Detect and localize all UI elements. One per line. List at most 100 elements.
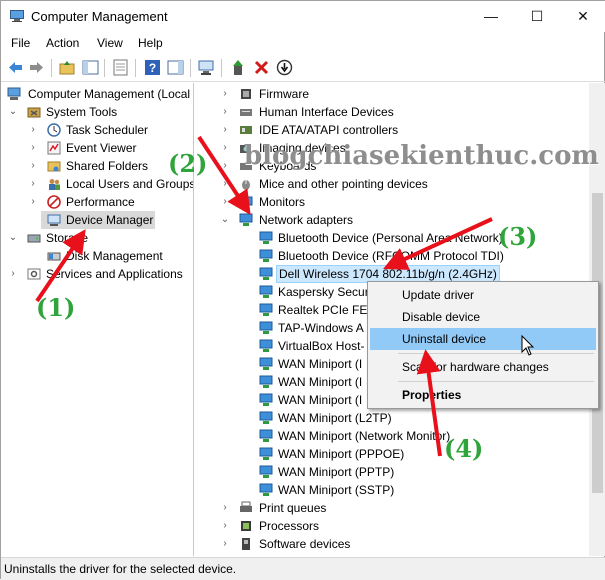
uninstall-device-icon[interactable]: [253, 59, 270, 76]
chevron-right-icon[interactable]: ›: [220, 103, 230, 121]
network-adapter-item[interactable]: WAN Miniport (PPTP): [197, 463, 589, 481]
tree-item-local-users[interactable]: › Local Users and Groups: [1, 175, 193, 193]
network-adapter-icon: [259, 267, 273, 280]
processor-icon: [241, 521, 251, 531]
network-adapter-label: Bluetooth Device (RFCOMM Protocol TDI): [278, 249, 504, 263]
properties-sheet-icon[interactable]: [112, 59, 129, 76]
menu-help[interactable]: Help: [138, 36, 163, 50]
chevron-down-icon[interactable]: ⌄: [8, 103, 18, 121]
toolbar-separator: [190, 59, 191, 77]
chevron-right-icon[interactable]: ›: [8, 265, 18, 283]
chevron-right-icon[interactable]: ›: [220, 517, 230, 535]
tree-root-computer-management[interactable]: Computer Management (Local: [1, 85, 193, 103]
toolbar-separator: [135, 59, 136, 77]
tree-item-task-scheduler[interactable]: › Task Scheduler: [1, 121, 193, 139]
network-adapter-item[interactable]: WAN Miniport (PPPOE): [197, 445, 589, 463]
chevron-right-icon[interactable]: ›: [220, 121, 230, 139]
performance-icon: [47, 195, 61, 209]
network-adapter-icon: [259, 429, 273, 442]
chevron-down-icon[interactable]: ⌄: [8, 229, 18, 247]
network-adapter-label: WAN Miniport (SSTP): [278, 483, 395, 497]
status-bar: Uninstalls the driver for the selected d…: [1, 557, 605, 580]
disable-device-icon[interactable]: [276, 59, 293, 76]
menu-action[interactable]: Action: [46, 36, 79, 50]
tree-item-device-manager[interactable]: Device Manager: [41, 211, 155, 229]
help-icon[interactable]: ?: [144, 59, 161, 76]
device-category-mice[interactable]: › Mice and other pointing devices: [197, 175, 589, 193]
chevron-right-icon[interactable]: ›: [220, 85, 230, 103]
back-arrow-icon[interactable]: [7, 59, 24, 76]
device-label: Firmware: [259, 87, 309, 101]
computer-management-icon: [10, 10, 24, 22]
chevron-right-icon[interactable]: ›: [220, 193, 230, 211]
chevron-right-icon[interactable]: ›: [220, 535, 230, 553]
tree-item-storage[interactable]: ⌄ Storage: [1, 229, 193, 247]
maximize-button[interactable]: ☐: [514, 1, 560, 31]
chevron-down-icon[interactable]: ⌄: [220, 211, 230, 229]
uninstall-device-menu-item[interactable]: Uninstall device: [370, 328, 596, 350]
menu-file[interactable]: File: [11, 36, 30, 50]
menu-bar: File Action View Help: [1, 32, 605, 54]
device-label: Mice and other pointing devices: [259, 177, 428, 191]
system-tools-icon: [27, 107, 41, 118]
tree-label: Device Manager: [66, 213, 154, 227]
chevron-right-icon[interactable]: ›: [220, 175, 230, 193]
task-scheduler-icon: [47, 123, 61, 137]
chevron-right-icon[interactable]: ›: [28, 121, 38, 139]
scan-hardware-menu-item[interactable]: Scan for hardware changes: [370, 356, 596, 378]
device-category-ide[interactable]: › IDE ATA/ATAPI controllers: [197, 121, 589, 139]
close-button[interactable]: ✕: [560, 1, 605, 31]
tree-item-performance[interactable]: › Performance: [1, 193, 193, 211]
update-driver-icon[interactable]: [230, 59, 247, 76]
device-category-hid[interactable]: › Human Interface Devices: [197, 103, 589, 121]
chevron-right-icon[interactable]: ›: [28, 157, 38, 175]
network-adapter-label: Kaspersky Securi: [278, 285, 372, 299]
ide-controller-icon: [240, 126, 252, 134]
network-adapter-icon: [259, 249, 273, 262]
update-driver-menu-item[interactable]: Update driver: [370, 284, 596, 306]
network-adapter-item[interactable]: WAN Miniport (L2TP): [197, 409, 589, 427]
tree-item-event-viewer[interactable]: › Event Viewer: [1, 139, 193, 157]
device-label: Network adapters: [259, 213, 354, 227]
tree-item-system-tools[interactable]: ⌄ System Tools: [1, 103, 193, 121]
scan-hardware-icon[interactable]: [198, 59, 215, 76]
device-label: IDE ATA/ATAPI controllers: [259, 123, 399, 137]
device-category-monitors[interactable]: › Monitors: [197, 193, 589, 211]
forward-arrow-icon[interactable]: [28, 59, 45, 76]
network-adapter-label: WAN Miniport (I: [278, 357, 363, 371]
toolbar-separator: [104, 59, 105, 77]
network-adapter-item[interactable]: WAN Miniport (SSTP): [197, 481, 589, 499]
chevron-right-icon[interactable]: ›: [28, 193, 38, 211]
up-folder-icon[interactable]: [59, 59, 76, 76]
device-category-software-devices[interactable]: › Software devices: [197, 535, 589, 553]
step-4-label: (4): [444, 434, 484, 463]
menu-view[interactable]: View: [97, 36, 123, 50]
tree-item-disk-management[interactable]: Disk Management: [1, 247, 193, 265]
disk-management-icon: [47, 252, 61, 261]
mouse-cursor-icon: [521, 335, 535, 356]
device-category-processors[interactable]: › Processors: [197, 517, 589, 535]
device-category-firmware[interactable]: › Firmware: [197, 85, 589, 103]
chevron-right-icon[interactable]: ›: [28, 175, 38, 193]
properties-menu-item[interactable]: Properties: [370, 384, 596, 406]
hid-icon: [240, 109, 252, 116]
network-adapter-item[interactable]: WAN Miniport (Network Monitor): [197, 427, 589, 445]
disable-device-menu-item[interactable]: Disable device: [370, 306, 596, 328]
firmware-icon: [241, 89, 251, 99]
chevron-right-icon[interactable]: ›: [220, 499, 230, 517]
show-hide-console-tree-icon[interactable]: [82, 59, 99, 76]
device-category-print-queues[interactable]: › Print queues: [197, 499, 589, 517]
chevron-right-icon[interactable]: ›: [220, 157, 230, 175]
printer-icon: [240, 501, 252, 512]
tree-item-shared-folders[interactable]: › Shared Folders: [1, 157, 193, 175]
tree-item-services-applications[interactable]: › Services and Applications: [1, 265, 193, 283]
chevron-right-icon[interactable]: ›: [28, 139, 38, 157]
minimize-button[interactable]: —: [468, 1, 514, 31]
show-hide-action-pane-icon[interactable]: [167, 59, 184, 76]
network-adapter-label: TAP-Windows A: [278, 321, 364, 335]
watermark: blogchiasekienthuc.com: [244, 141, 599, 171]
chevron-right-icon[interactable]: ›: [220, 139, 230, 157]
software-device-icon: [242, 538, 250, 550]
network-adapter-label: WAN Miniport (I: [278, 393, 363, 407]
network-adapter-icon: [259, 483, 273, 496]
